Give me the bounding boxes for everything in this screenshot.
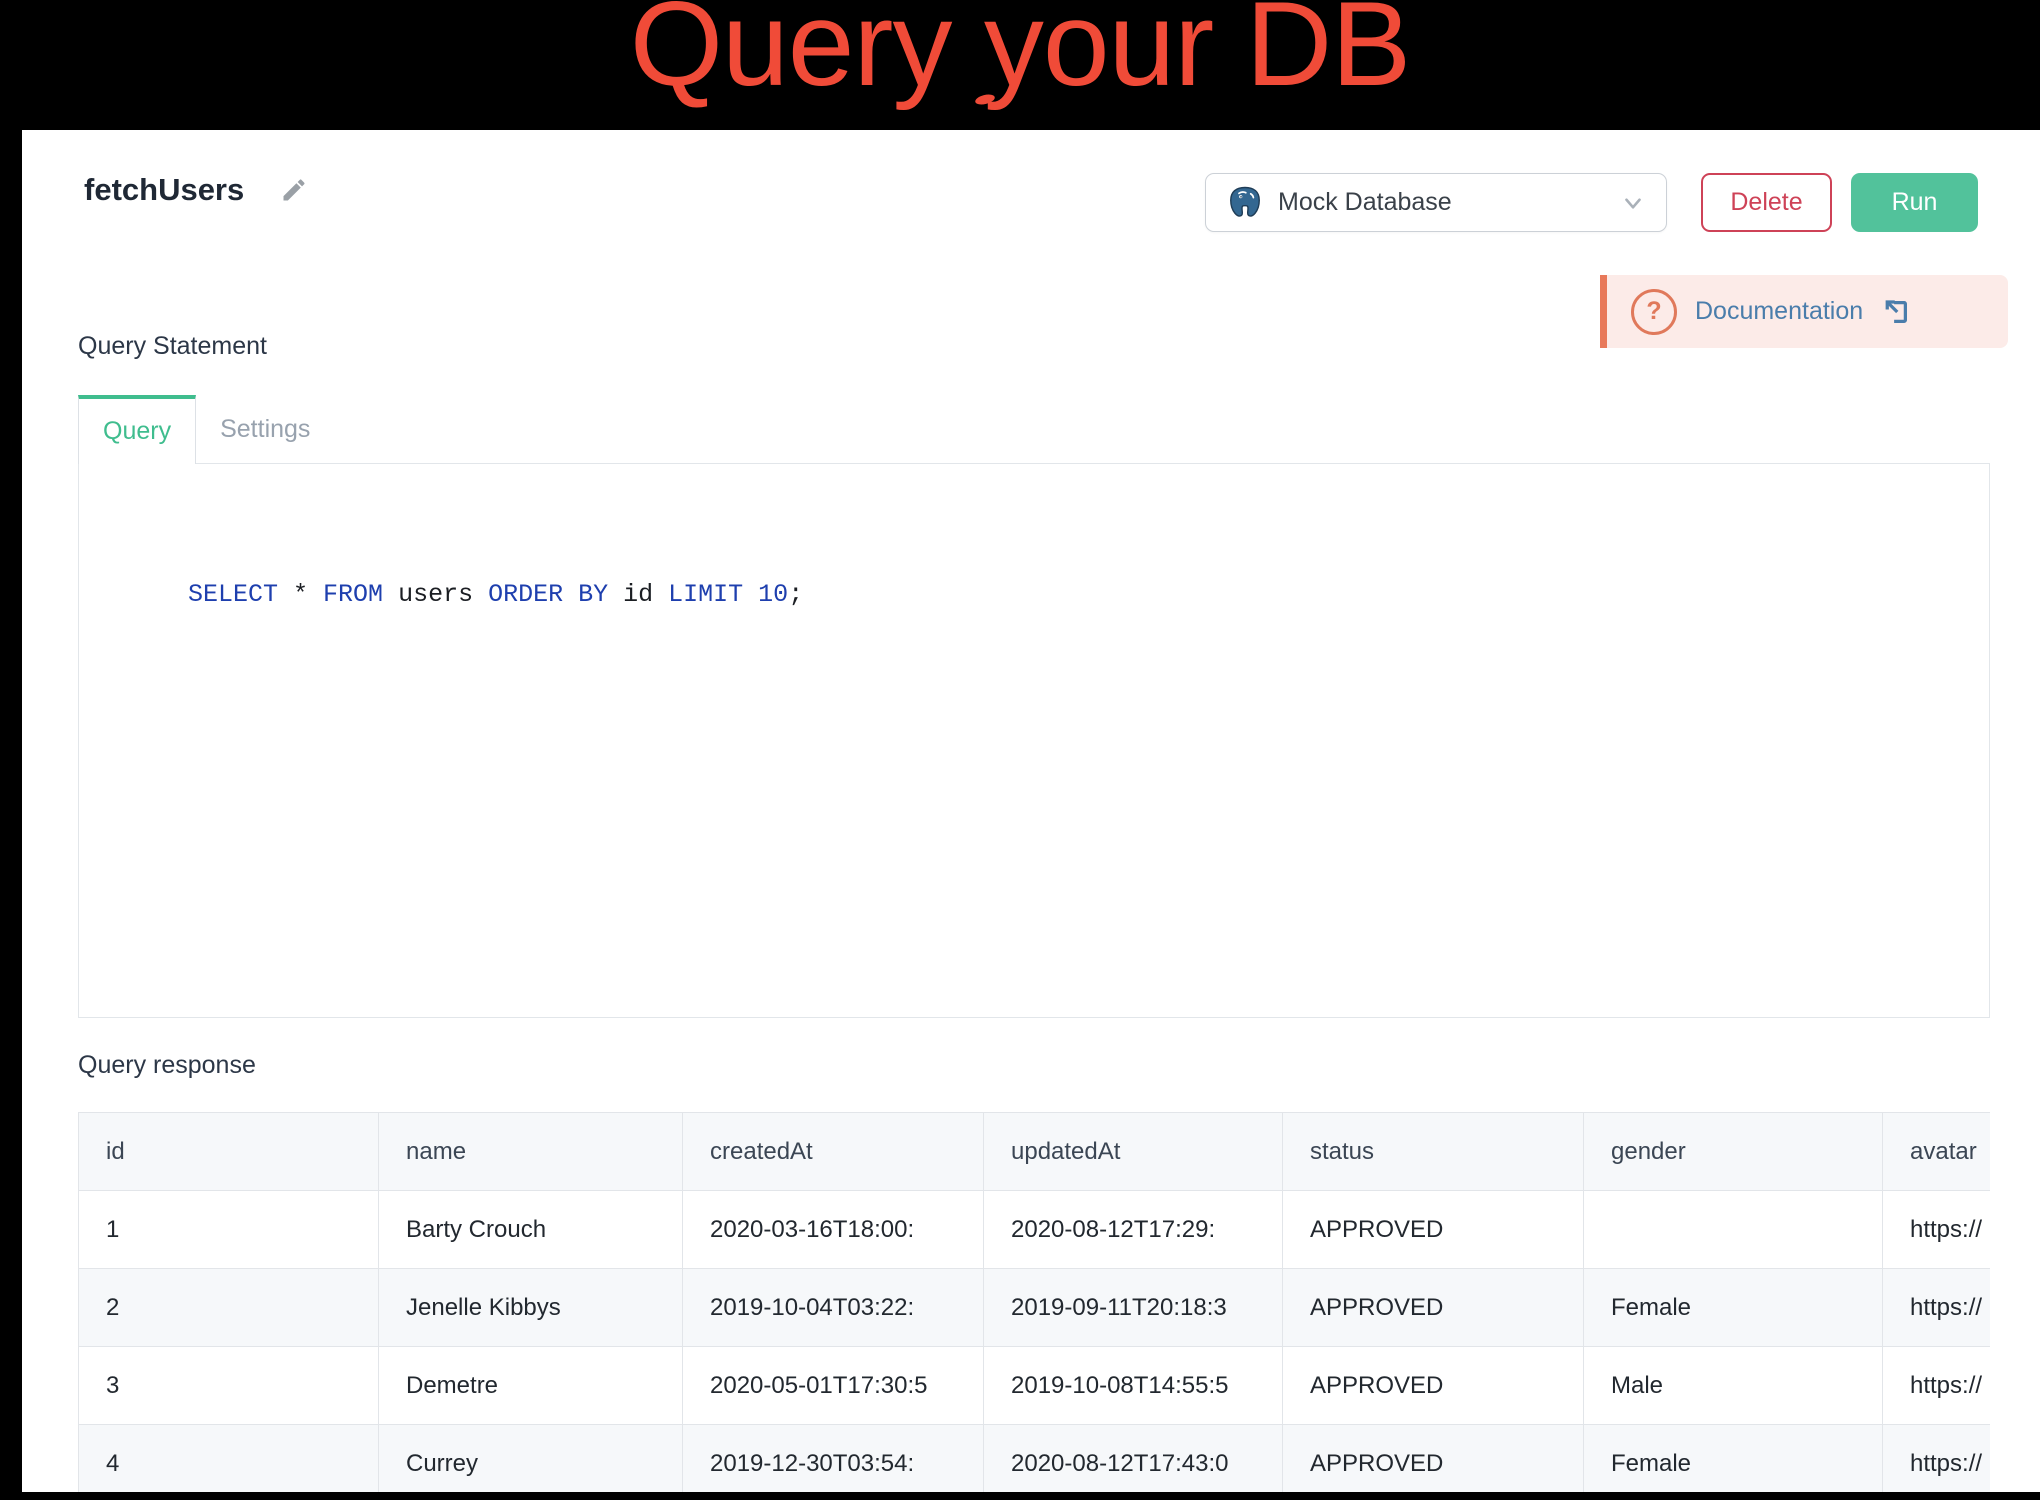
column-header: status [1283, 1113, 1584, 1191]
sql-token [743, 580, 758, 609]
sql-token: * [278, 580, 323, 609]
column-header: avatar [1883, 1113, 1991, 1191]
sql-editor[interactable]: SELECT * FROM users ORDER BY id LIMIT 10… [78, 463, 1990, 1018]
sql-token: SELECT [188, 580, 278, 609]
tab[interactable]: Query [78, 395, 196, 464]
table-cell: https:// [1883, 1425, 1991, 1493]
table-cell: https:// [1883, 1269, 1991, 1347]
toolbar-controls: Mock Database Delete Run [1205, 173, 1978, 232]
documentation-link[interactable]: ? Documentation [1607, 275, 2008, 348]
tab-bar: Query Settings [78, 395, 334, 464]
sql-token: 10 [758, 580, 788, 609]
query-response-heading: Query response [78, 1051, 256, 1080]
sql-token: id [608, 580, 668, 609]
database-select[interactable]: Mock Database [1205, 173, 1667, 232]
table-cell: 4 [79, 1425, 379, 1493]
app-panel: fetchUsers Mock Database Delete Run [22, 130, 2040, 1492]
response-table: idnamecreatedAtupdatedAtstatusgenderavat… [78, 1112, 1990, 1492]
sql-token: ORDER BY [488, 580, 608, 609]
table-row: 4Currey2019-12-30T03:54:2020-08-12T17:43… [79, 1425, 1991, 1493]
table-cell: 2 [79, 1269, 379, 1347]
documentation-row: ? Documentation [1600, 275, 2008, 348]
table-cell [1584, 1191, 1883, 1269]
table-cell: 3 [79, 1347, 379, 1425]
column-header: updatedAt [984, 1113, 1283, 1191]
table-cell: 1 [79, 1191, 379, 1269]
response-table-wrap: idnamecreatedAtupdatedAtstatusgenderavat… [78, 1112, 1990, 1492]
table-cell: APPROVED [1283, 1347, 1584, 1425]
sql-token: users [383, 580, 488, 609]
delete-button[interactable]: Delete [1701, 173, 1832, 232]
table-cell: Female [1584, 1425, 1883, 1493]
table-header-row: idnamecreatedAtupdatedAtstatusgenderavat… [79, 1113, 1991, 1191]
table-cell: Jenelle Kibbys [379, 1269, 683, 1347]
table-cell: https:// [1883, 1191, 1991, 1269]
table-cell: Barty Crouch [379, 1191, 683, 1269]
sql-token: ; [788, 580, 803, 609]
table-row: 3Demetre2020-05-01T17:30:52019-10-08T14:… [79, 1347, 1991, 1425]
documentation-label: Documentation [1695, 297, 1863, 326]
table-cell: 2019-12-30T03:54: [683, 1425, 984, 1493]
table-cell: Female [1584, 1269, 1883, 1347]
column-header: createdAt [683, 1113, 984, 1191]
response-table-body: 1Barty Crouch2020-03-16T18:00:2020-08-12… [79, 1191, 1991, 1493]
sql-token: LIMIT [668, 580, 743, 609]
tab-label: Settings [220, 415, 310, 444]
table-cell: 2019-09-11T20:18:3 [984, 1269, 1283, 1347]
run-button[interactable]: Run [1851, 173, 1978, 232]
table-row: 2Jenelle Kibbys2019-10-04T03:22:2019-09-… [79, 1269, 1991, 1347]
column-header: gender [1584, 1113, 1883, 1191]
table-cell: APPROVED [1283, 1425, 1584, 1493]
query-name-row: fetchUsers [84, 172, 310, 208]
documentation-accent-bar [1600, 275, 1607, 348]
table-cell: 2020-08-12T17:43:0 [984, 1425, 1283, 1493]
table-cell: APPROVED [1283, 1191, 1584, 1269]
table-cell: 2020-08-12T17:29: [984, 1191, 1283, 1269]
table-row: 1Barty Crouch2020-03-16T18:00:2020-08-12… [79, 1191, 1991, 1269]
external-link-icon [1881, 297, 1911, 327]
column-header: id [79, 1113, 379, 1191]
table-cell: Currey [379, 1425, 683, 1493]
tab[interactable]: Settings [196, 395, 334, 463]
table-cell: 2020-05-01T17:30:5 [683, 1347, 984, 1425]
sql-token: FROM [323, 580, 383, 609]
query-name: fetchUsers [84, 172, 244, 208]
table-cell: 2019-10-04T03:22: [683, 1269, 984, 1347]
table-cell: https:// [1883, 1347, 1991, 1425]
database-select-value: Mock Database [1278, 188, 1452, 217]
postgresql-icon [1226, 184, 1264, 222]
edit-pencil-icon[interactable] [280, 175, 310, 205]
table-cell: 2019-10-08T14:55:5 [984, 1347, 1283, 1425]
chevron-down-icon [1620, 190, 1646, 216]
tab-label: Query [103, 417, 171, 446]
table-cell: Male [1584, 1347, 1883, 1425]
table-cell: 2020-03-16T18:00: [683, 1191, 984, 1269]
question-circle-icon: ? [1631, 289, 1677, 335]
top-banner: Query your DB [0, 0, 2040, 130]
sql-code-line: SELECT * FROM users ORDER BY id LIMIT 10… [79, 464, 1989, 609]
table-cell: Demetre [379, 1347, 683, 1425]
table-cell: APPROVED [1283, 1269, 1584, 1347]
query-statement-heading: Query Statement [78, 332, 267, 361]
column-header: name [379, 1113, 683, 1191]
banner-title: Query your DB [0, 0, 2040, 104]
